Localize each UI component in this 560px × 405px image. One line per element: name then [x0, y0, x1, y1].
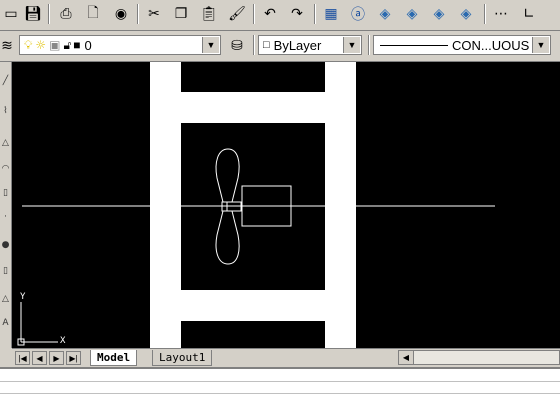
save-icon[interactable]: 💾︎: [22, 3, 44, 25]
text-icon[interactable]: A: [0, 318, 11, 328]
standard-toolbar: ▭ 💾︎ ⎙ 🗋︎ ◉ ✂ ❐ 📋︎ 🖌︎ ↶ ↷ ▦ ⓐ ◈ ◈ ◈ ◈ ⋯ …: [0, 0, 560, 31]
command-line-divider: [0, 393, 560, 394]
color-value: ByLayer: [273, 37, 322, 53]
right-pillar: [325, 62, 356, 348]
horizontal-scrollbar[interactable]: ◀: [398, 350, 560, 365]
print-icon[interactable]: ⎙: [55, 3, 77, 25]
properties-icon[interactable]: ⓐ: [347, 3, 369, 25]
command-line-divider: [0, 381, 560, 382]
sheet-set-icon[interactable]: ◈: [455, 3, 477, 25]
prev-tab-icon[interactable]: ◀: [32, 351, 47, 365]
layers-toolbar: ≋ 💡︎ ☼ ▣ 🔓︎ ■ 0 ▼ ⛁ □ ByLayer ▼ CON...UO…: [0, 31, 560, 62]
tool-palette-icon[interactable]: ◈: [374, 3, 396, 25]
bottom-beam: [181, 290, 325, 321]
first-tab-icon[interactable]: |◀: [15, 351, 30, 365]
tab-layout1[interactable]: Layout1: [152, 350, 213, 366]
line-icon[interactable]: ╱: [0, 76, 11, 86]
drawing-svg: [17, 62, 495, 348]
layer-thaw-icon: ☼: [35, 38, 47, 52]
toolbar-separator: [48, 4, 50, 24]
toolbar-separator: [137, 4, 139, 24]
make-current-layer-icon[interactable]: ⛁: [226, 35, 248, 57]
next-tab-icon[interactable]: ▶: [49, 351, 64, 365]
copy-icon[interactable]: ❐: [170, 3, 192, 25]
layer-viewport-icon: ▣: [49, 38, 61, 52]
layer-manager-icon[interactable]: ≋: [0, 35, 14, 57]
markup-icon[interactable]: ◈: [428, 3, 450, 25]
draw-toolbar: ╱ ⌇ △ ◠ ▯ · ● ▯ △ A: [0, 62, 12, 348]
toolbar-separator: [484, 4, 486, 24]
scroll-left-icon[interactable]: ◀: [399, 351, 414, 364]
toolbar-separator: [368, 35, 370, 55]
layer-color-swatch: ■: [73, 38, 81, 52]
hatch-icon[interactable]: △: [0, 294, 11, 304]
linetype-combo[interactable]: CON...UOUS ▼: [373, 35, 551, 55]
current-layer-name: 0: [84, 37, 92, 53]
drawing-canvas[interactable]: Y X: [12, 62, 560, 348]
ucs-icon[interactable]: ∟: [518, 3, 540, 25]
top-beam: [181, 92, 325, 123]
last-tab-icon[interactable]: ▶|: [66, 351, 81, 365]
cut-icon[interactable]: ✂: [143, 3, 165, 25]
new-file-icon[interactable]: ▭: [0, 3, 22, 25]
tab-model[interactable]: Model: [90, 350, 138, 366]
color-swatch-icon: □: [263, 39, 270, 51]
polyline-icon[interactable]: ⌇: [0, 106, 11, 116]
rectangle-icon[interactable]: ▯: [0, 188, 11, 198]
toolbar-separator: [314, 4, 316, 24]
fan-blade-bottom: [215, 210, 240, 265]
fan-blade-top: [215, 148, 240, 203]
left-pillar: [150, 62, 181, 348]
linetype-sample: [380, 44, 448, 46]
paste-icon[interactable]: 📋︎: [198, 3, 220, 25]
layer-on-icon: 💡︎: [24, 37, 33, 52]
layer-lock-icon: 🔓︎: [63, 37, 72, 52]
command-line-area[interactable]: [0, 367, 560, 405]
ucs-x-label: X: [60, 336, 66, 346]
toolbar-separator: [253, 4, 255, 24]
design-center-icon[interactable]: ▦: [320, 3, 342, 25]
spell-check-icon[interactable]: ◉: [110, 3, 132, 25]
chevron-down-icon[interactable]: ▼: [202, 37, 219, 53]
db-connect-icon[interactable]: ◈: [401, 3, 423, 25]
redo-icon[interactable]: ↷: [286, 3, 308, 25]
chevron-down-icon[interactable]: ▼: [343, 37, 360, 53]
point-icon[interactable]: ·: [0, 212, 11, 222]
layer-combo[interactable]: 💡︎ ☼ ▣ 🔓︎ ■ 0 ▼: [19, 35, 221, 55]
chevron-down-icon[interactable]: ▼: [532, 37, 549, 53]
toolbar-separator: [253, 35, 255, 55]
distance-icon[interactable]: ⋯: [490, 3, 512, 25]
circle-icon[interactable]: ●: [0, 240, 11, 250]
linetype-value: CON...UOUS: [452, 37, 530, 53]
undo-icon[interactable]: ↶: [259, 3, 281, 25]
ucs-y-label: Y: [20, 292, 26, 302]
match-properties-icon[interactable]: 🖌︎: [226, 3, 248, 25]
color-combo[interactable]: □ ByLayer ▼: [258, 35, 362, 55]
print-preview-icon[interactable]: 🗋︎: [82, 3, 104, 25]
block-icon[interactable]: ▯: [0, 266, 11, 276]
polygon-icon[interactable]: △: [0, 138, 11, 148]
arc-icon[interactable]: ◠: [0, 164, 11, 174]
